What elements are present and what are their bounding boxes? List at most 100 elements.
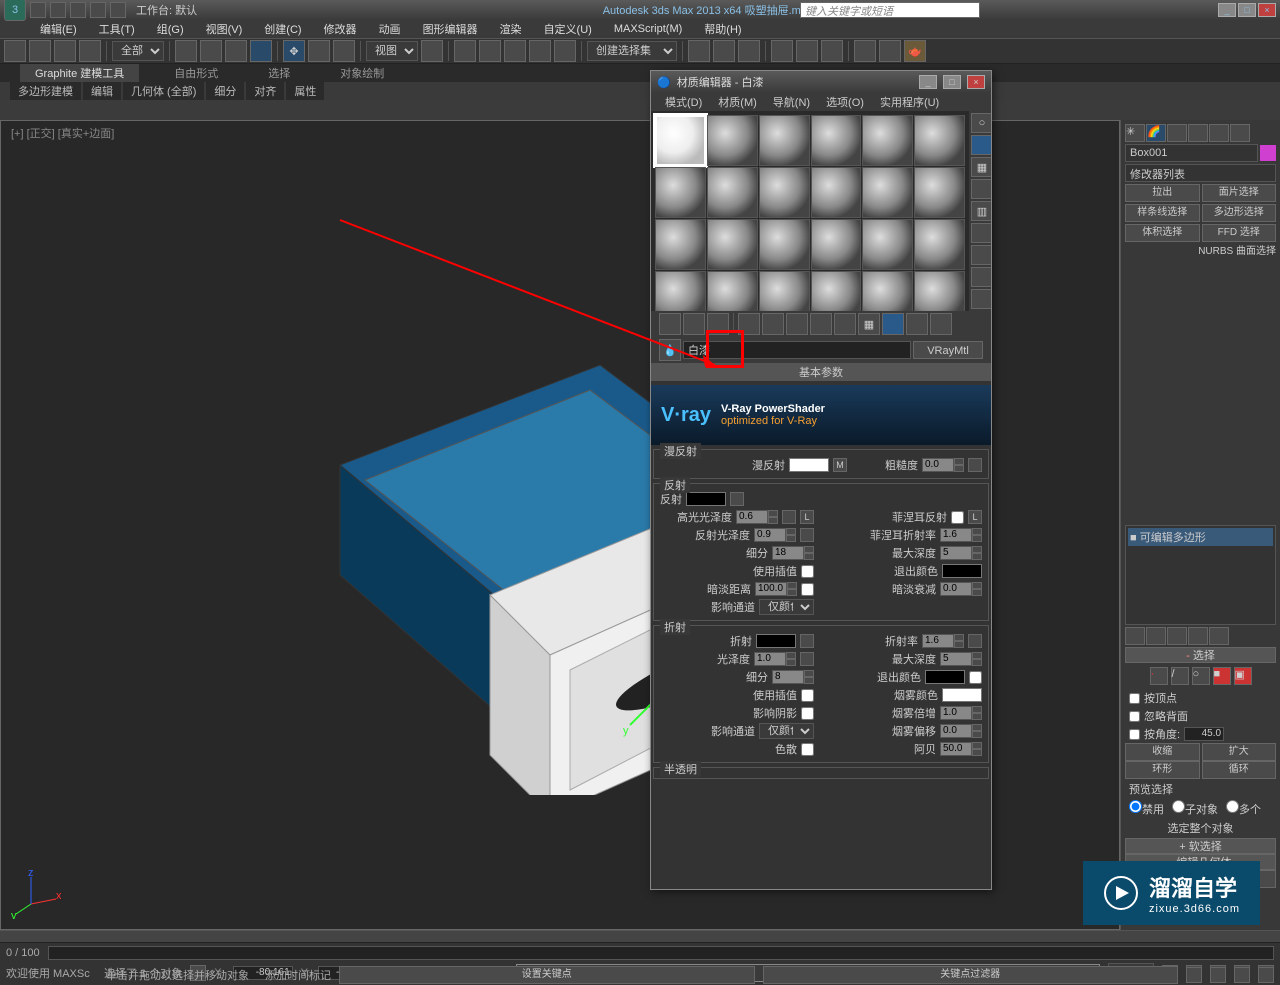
material-editor-window[interactable]: 🔵 材质编辑器 - 白漆 _ □ × 模式(D) 材质(M) 导航(N) 选项(…	[650, 70, 992, 890]
extrude-button[interactable]: 拉出	[1125, 184, 1200, 202]
refr-shadows-checkbox[interactable]	[801, 707, 814, 720]
scale-icon[interactable]	[333, 40, 355, 62]
mat-slot[interactable]	[811, 219, 862, 270]
ribbon-tab-selection[interactable]: 选择	[253, 64, 305, 82]
spinner-snap-icon[interactable]	[554, 40, 576, 62]
basic-params-header[interactable]: 基本参数	[651, 363, 991, 381]
hglossy-spinner[interactable]: 0.6	[736, 510, 768, 524]
hierarchy-tab-icon[interactable]	[1167, 124, 1187, 142]
refr-glossy-map[interactable]	[800, 652, 814, 666]
by-angle-checkbox[interactable]	[1129, 729, 1140, 740]
remove-mod-icon[interactable]	[1188, 627, 1208, 645]
ref-coord-dropdown[interactable]: 视图	[366, 41, 418, 61]
angle-spinner[interactable]: 45.0	[1184, 727, 1224, 741]
menu-group[interactable]: 组(G)	[147, 20, 194, 38]
menu-help[interactable]: 帮助(H)	[694, 20, 751, 38]
curve-editor-icon[interactable]	[771, 40, 793, 62]
mat-editor-titlebar[interactable]: 🔵 材质编辑器 - 白漆 _ □ ×	[651, 71, 991, 93]
minimize-button[interactable]: _	[1218, 3, 1236, 17]
show-end-result-icon[interactable]	[882, 313, 904, 335]
mat-slot[interactable]	[759, 115, 810, 166]
loop-button[interactable]: 循环	[1202, 761, 1277, 779]
object-color-swatch[interactable]	[1260, 145, 1276, 161]
preview-sub-radio[interactable]	[1172, 800, 1185, 813]
preview-icon[interactable]	[971, 223, 991, 243]
menu-render[interactable]: 渲染	[490, 20, 532, 38]
subtab-poly[interactable]: 多边形建模	[10, 82, 81, 100]
open-icon[interactable]	[50, 2, 66, 18]
mat-slot[interactable]	[914, 271, 965, 311]
mat-slot[interactable]	[862, 271, 913, 311]
menu-edit[interactable]: 编辑(E)	[30, 20, 87, 38]
refract-swatch[interactable]	[756, 634, 796, 648]
config-sets-icon[interactable]	[1209, 627, 1229, 645]
redo-tool-icon[interactable]	[29, 40, 51, 62]
link-icon[interactable]	[54, 40, 76, 62]
roughness-spinner[interactable]: 0.0	[922, 458, 954, 472]
unlink-icon[interactable]	[79, 40, 101, 62]
background-icon[interactable]: ▦	[971, 157, 991, 177]
select-by-name-icon[interactable]	[200, 40, 222, 62]
mat-slot[interactable]	[811, 167, 862, 218]
mat-minimize-button[interactable]: _	[919, 75, 937, 89]
nav-pan-icon[interactable]	[1210, 967, 1226, 983]
use-pivot-icon[interactable]	[421, 40, 443, 62]
mat-slot[interactable]	[707, 271, 758, 311]
named-set-dropdown[interactable]: 创建选择集	[587, 41, 677, 61]
fresnel-lock[interactable]: L	[968, 510, 982, 524]
options-icon[interactable]	[971, 245, 991, 265]
dispersion-checkbox[interactable]	[801, 743, 814, 756]
assign-to-selection-icon[interactable]	[707, 313, 729, 335]
nav-max-icon[interactable]	[1258, 967, 1274, 983]
ior-map[interactable]	[968, 634, 982, 648]
go-sibling-icon[interactable]	[930, 313, 952, 335]
mat-slot[interactable]	[655, 271, 706, 311]
add-marker-label[interactable]: 添加时间标记	[265, 967, 331, 983]
menu-tools[interactable]: 工具(T)	[89, 20, 145, 38]
close-button[interactable]: ×	[1258, 3, 1276, 17]
preview-none-radio[interactable]	[1129, 800, 1142, 813]
reset-map-icon[interactable]	[738, 313, 760, 335]
refl-subdiv-spinner[interactable]: 18	[772, 546, 804, 560]
mat-slot[interactable]	[862, 219, 913, 270]
dim-falloff-spinner[interactable]: 0.0	[940, 582, 972, 596]
undo-icon[interactable]	[90, 2, 106, 18]
maximize-button[interactable]: □	[1238, 3, 1256, 17]
mat-slot-1[interactable]	[655, 115, 706, 166]
fog-mult-spinner[interactable]: 1.0	[940, 706, 972, 720]
ffd-select-button[interactable]: FFD 选择	[1202, 224, 1277, 242]
modifier-list-dropdown[interactable]: 修改器列表	[1125, 164, 1276, 182]
refl-exit-swatch[interactable]	[942, 564, 982, 578]
mat-menu-material[interactable]: 材质(M)	[710, 93, 765, 111]
mat-slot[interactable]	[707, 115, 758, 166]
search-input[interactable]: 键入关键字或短语	[800, 2, 980, 18]
time-slider[interactable]	[48, 946, 1274, 960]
go-parent-icon[interactable]	[906, 313, 928, 335]
pin-stack-icon[interactable]	[1125, 627, 1145, 645]
mat-menu-mode[interactable]: 模式(D)	[657, 93, 710, 111]
mat-slot[interactable]	[655, 167, 706, 218]
preview-multi-radio[interactable]	[1226, 800, 1239, 813]
material-name-field[interactable]	[683, 341, 911, 359]
pick-material-icon[interactable]: 💧	[659, 339, 681, 361]
subtab-align[interactable]: 对齐	[246, 82, 284, 100]
mat-close-button[interactable]: ×	[967, 75, 985, 89]
mat-slot[interactable]	[914, 115, 965, 166]
app-menu-icon[interactable]: 3	[4, 0, 26, 21]
mat-slot[interactable]	[862, 167, 913, 218]
viewport-label[interactable]: [+] [正交] [真实+边面]	[11, 125, 114, 141]
align-icon[interactable]	[713, 40, 735, 62]
mat-slot[interactable]	[811, 115, 862, 166]
utility-tab-icon[interactable]	[1230, 124, 1250, 142]
select-icon[interactable]	[175, 40, 197, 62]
refr-subdiv-spinner[interactable]: 8	[772, 670, 804, 684]
vertex-sub-icon[interactable]: ·	[1150, 667, 1168, 685]
subtab-edit[interactable]: 编辑	[83, 82, 121, 100]
rglossy-spinner[interactable]: 0.9	[754, 528, 786, 542]
menu-modifiers[interactable]: 修改器	[314, 20, 367, 38]
workspace-label[interactable]: 工作台: 默认	[136, 2, 197, 18]
refr-exit-swatch[interactable]	[925, 670, 965, 684]
video-check-icon[interactable]: ▥	[971, 201, 991, 221]
mat-slot[interactable]	[759, 271, 810, 311]
fresnel-checkbox[interactable]	[951, 511, 964, 524]
